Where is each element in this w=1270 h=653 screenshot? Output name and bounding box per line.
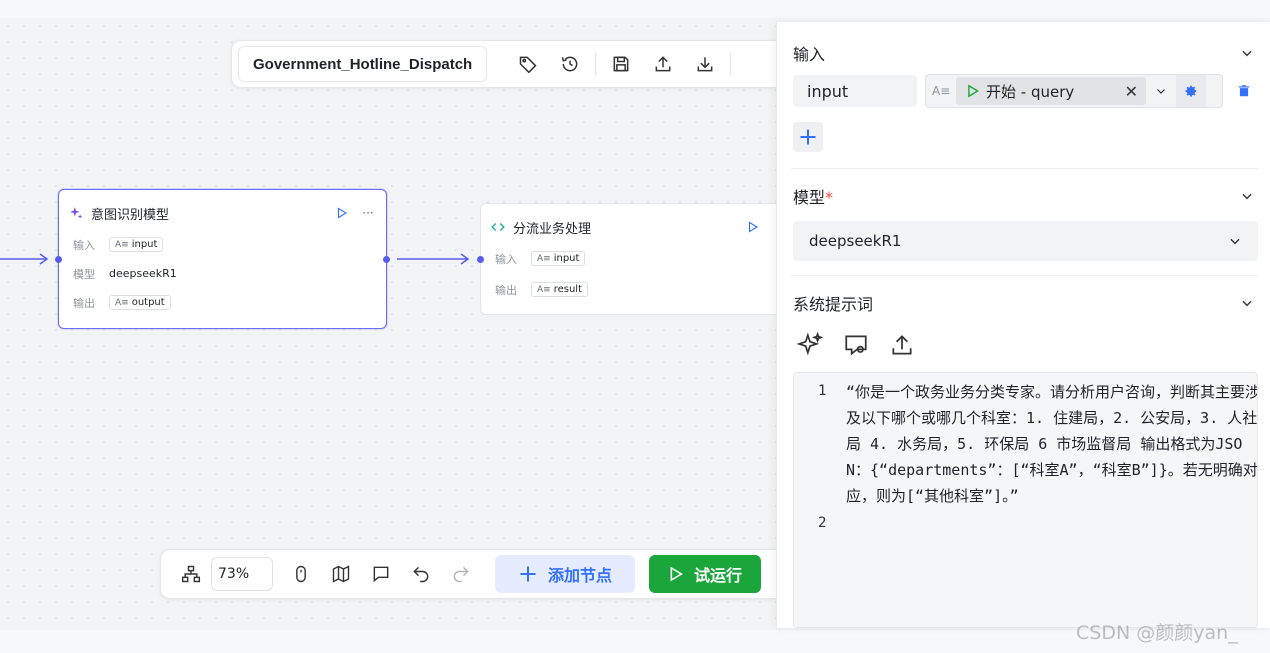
dispatch-output-label: 输出 (495, 283, 517, 297)
dispatch-in-port[interactable] (477, 256, 484, 263)
code-icon (491, 220, 507, 234)
line-gutter (794, 373, 838, 627)
input-section-title: 输入 (793, 45, 826, 64)
param-name-input[interactable]: input (793, 75, 917, 107)
start-play-icon (968, 84, 980, 98)
intent-node-title: 意图识别模型 (91, 207, 170, 223)
dispatch-output-tag: A≡ result (531, 282, 588, 297)
undo-icon[interactable] (401, 556, 441, 592)
test-run-button[interactable]: 试运行 (649, 555, 761, 593)
zoom-level[interactable]: 73% (211, 557, 273, 591)
upload-icon[interactable] (642, 46, 684, 82)
minimap-icon[interactable] (321, 556, 361, 592)
edge-into-intent (0, 253, 49, 265)
bottom-toolbar: 73% 添加节点 试运行 (160, 549, 790, 599)
intent-output-label: 输出 (73, 296, 95, 310)
prompt-section-title: 系统提示词 (793, 295, 874, 314)
history-icon[interactable] (549, 46, 591, 82)
chevron-down-icon[interactable] (1240, 296, 1254, 310)
dispatch-input-tag: A≡ input (531, 251, 586, 266)
ref-chip-label: 开始 - query (986, 82, 1075, 101)
run-node-icon[interactable] (745, 221, 761, 233)
line-number: 2 (818, 515, 827, 531)
sparkle-icon (69, 206, 85, 220)
delete-icon[interactable] (1229, 84, 1259, 98)
model-section-title: 模型 (793, 188, 826, 207)
chevron-down-icon (1230, 238, 1240, 245)
download-icon[interactable] (684, 46, 726, 82)
prompt-tools (797, 332, 1270, 358)
intent-node[interactable]: 意图识别模型 ··· 输入 A≡ input 模型 deepseekR1 输出 A… (55, 189, 390, 329)
edge-intent-to-dispatch (397, 253, 470, 265)
model-select-value: deepseekR1 (809, 232, 902, 250)
plus-icon (800, 129, 816, 145)
tag-icon[interactable] (507, 46, 549, 82)
redo-icon[interactable] (441, 556, 481, 592)
prompt-library-icon[interactable] (843, 332, 869, 358)
dispatch-input-label: 输入 (495, 252, 517, 266)
add-node-button[interactable]: 添加节点 (495, 555, 635, 593)
layout-tree-icon[interactable] (171, 556, 211, 592)
intent-input-tag: A≡ input (109, 237, 164, 252)
comment-icon[interactable] (361, 556, 401, 592)
dispatch-node[interactable]: 分流业务处理 输入 A≡ input 输出 A≡ result (477, 203, 780, 315)
add-node-label: 添加节点 (547, 566, 612, 585)
text-type-icon: A≡ (537, 284, 551, 295)
watermark: CSDN @颜颜yan_ (1076, 622, 1238, 644)
upload-icon[interactable] (889, 332, 915, 358)
run-node-icon[interactable] (334, 207, 350, 219)
gear-icon[interactable] (1176, 75, 1206, 107)
mouse-icon[interactable] (281, 556, 321, 592)
text-type-icon: A≡ (115, 239, 129, 250)
model-select[interactable]: deepseekR1 (793, 221, 1258, 261)
dispatch-node-title: 分流业务处理 (513, 221, 592, 237)
input-section-header[interactable]: 输入 (777, 38, 1270, 68)
test-run-label: 试运行 (693, 566, 742, 585)
intent-in-port[interactable] (55, 256, 62, 263)
ref-chip: 开始 - query ✕ (956, 77, 1146, 105)
clear-icon[interactable]: ✕ (1125, 82, 1138, 101)
chevron-down-icon[interactable] (1240, 189, 1254, 203)
toolbar-divider (595, 53, 597, 75)
intent-out-port[interactable] (383, 256, 390, 263)
text-type-icon: A≡ (932, 84, 951, 98)
title-toolbar: Government_Hotline_Dispatch (231, 40, 791, 88)
save-icon[interactable] (600, 46, 642, 82)
prompt-section-header[interactable]: 系统提示词 (777, 288, 1270, 318)
chevron-down-icon[interactable] (1146, 85, 1176, 97)
prompt-text[interactable]: “你是一个政务业务分类专家。请分析用户咨询，判断其主要涉及以下哪个或哪几个科室：… (846, 379, 1257, 509)
text-type-icon: A≡ (537, 253, 551, 264)
play-icon (670, 566, 683, 582)
more-icon[interactable]: ··· (360, 206, 376, 220)
plus-icon (520, 566, 536, 582)
required-mark: * (825, 188, 834, 207)
node-config-panel: 输入 input A≡ 开始 - query ✕ 模型* deepseekR1 … (776, 22, 1270, 628)
intent-output-tag: A≡ output (109, 295, 171, 310)
workflow-name[interactable]: Government_Hotline_Dispatch (238, 46, 488, 82)
prompt-editor[interactable]: 1 2 “你是一个政务业务分类专家。请分析用户咨询，判断其主要涉及以下哪个或哪几… (793, 372, 1258, 628)
intent-model-label: 模型 (73, 267, 95, 281)
input-param-row: input A≡ 开始 - query ✕ (793, 74, 1270, 108)
line-number: 1 (818, 383, 827, 399)
intent-input-label: 输入 (73, 238, 95, 252)
model-section-header[interactable]: 模型* (777, 181, 1270, 211)
param-ref-select[interactable]: A≡ 开始 - query ✕ (925, 74, 1223, 108)
intent-model-value: deepseekR1 (109, 267, 177, 280)
add-param-button[interactable] (793, 122, 823, 152)
chevron-down-icon[interactable] (1240, 46, 1254, 60)
ai-sparkle-icon[interactable] (797, 332, 823, 358)
text-type-icon: A≡ (115, 297, 129, 308)
toolbar-divider (730, 53, 732, 75)
